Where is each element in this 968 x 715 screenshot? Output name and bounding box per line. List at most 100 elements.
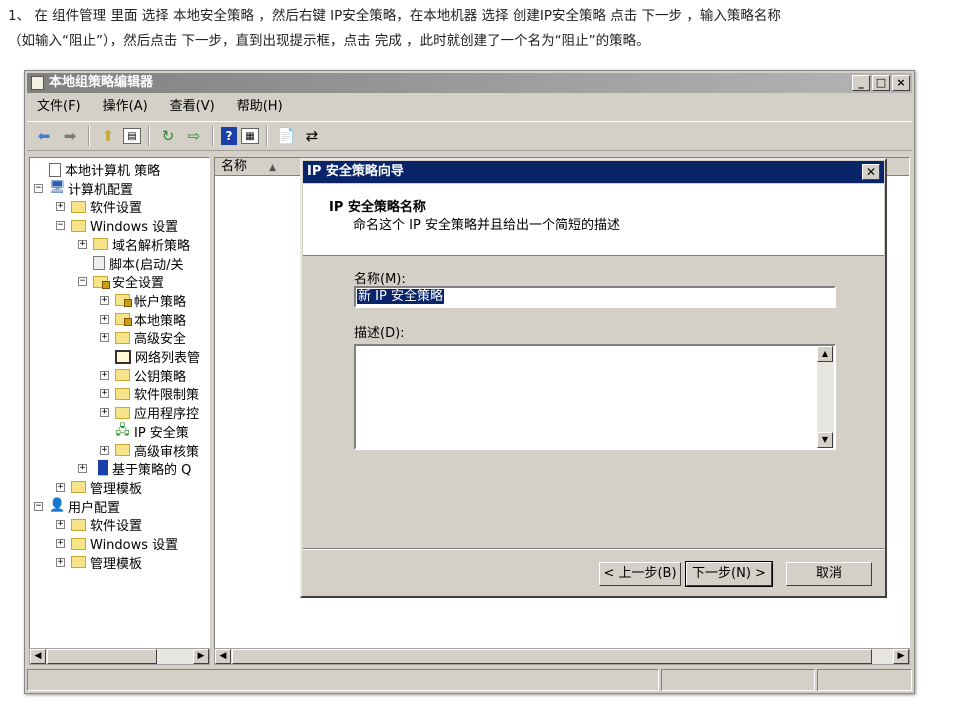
tree-node-label: Windows 设置 (90, 538, 179, 553)
tree-node[interactable]: + 软件限制策 (100, 384, 199, 403)
wizard-header-title: IP 安全策略名称 (329, 200, 426, 215)
cancel-button[interactable]: 取消 (786, 562, 872, 586)
show-hide-tree-icon[interactable]: ▤ (123, 128, 141, 144)
forward-arrow-icon[interactable]: ➡ (59, 125, 81, 147)
tree-node[interactable]: − Windows 设置 (56, 216, 178, 235)
name-label: 名称(M): (354, 272, 406, 287)
expand-icon[interactable]: + (56, 482, 65, 492)
description-vertical-scrollbar[interactable]: ▲ ▼ (817, 346, 834, 448)
scroll-thumb[interactable] (47, 649, 157, 664)
scroll-right-icon[interactable]: ▶ (893, 649, 909, 664)
collapse-icon[interactable]: − (78, 277, 87, 287)
collapse-icon[interactable]: − (34, 501, 43, 511)
expand-icon[interactable]: + (100, 370, 109, 380)
maximize-button[interactable]: □ (872, 75, 890, 91)
menu-file[interactable]: 文件(F) (37, 96, 81, 118)
tree-node[interactable]: + 公钥策略 (100, 366, 186, 385)
next-button[interactable]: 下一步(N) > (685, 561, 773, 587)
expand-icon[interactable]: + (100, 408, 109, 418)
tree-node[interactable]: + 软件设置 (56, 515, 142, 534)
console-tree[interactable]: 本地计算机 策略 − 🖥 计算机配置 + 软件设置 − Windows 设置 + 域名解析策略 脚本… (29, 157, 210, 665)
tree-node-label: 高级审核策 (134, 444, 200, 460)
properties-icon[interactable]: ▦ (241, 128, 259, 144)
description-field[interactable]: ▲ ▼ (354, 344, 836, 450)
expand-icon[interactable]: + (56, 557, 65, 567)
tree-node[interactable]: + 帐户策略 (100, 291, 186, 310)
column-header-name-label: 名称 (221, 159, 248, 174)
tree-node[interactable]: + 管理模板 (56, 553, 142, 572)
expand-icon[interactable]: + (100, 333, 109, 343)
scroll-left-icon[interactable]: ◀ (30, 649, 46, 664)
tree-node[interactable]: 脚本(启动/关 (78, 254, 183, 273)
computer-icon: 🖥 (49, 180, 66, 196)
menu-view[interactable]: 查看(V) (170, 96, 215, 118)
folder-icon (71, 481, 86, 494)
security-settings-icon (93, 275, 110, 289)
tree-node[interactable]: + 管理模板 (56, 478, 142, 497)
tree-node[interactable]: − 🖥 计算机配置 (34, 179, 133, 198)
tree-node-label: 脚本(启动/关 (109, 257, 184, 273)
window-titlebar[interactable]: 本地组策略编辑器 _ □ × (27, 73, 912, 93)
tree-node[interactable]: + 软件设置 (56, 197, 142, 216)
help-icon[interactable]: ? (221, 127, 237, 145)
tree-node-label: Windows 设置 (90, 220, 179, 236)
tree-node[interactable]: + 本地策略 (100, 310, 186, 329)
tree-node[interactable]: − 👤 用户配置 (34, 497, 120, 516)
tree-horizontal-scrollbar[interactable]: ◀ ▶ (29, 648, 210, 665)
menu-bar: 文件(F) 操作(A) 查看(V) 帮助(H) (27, 96, 912, 118)
locked-folder-icon (115, 294, 132, 308)
tree-node-label: 软件限制策 (134, 388, 200, 404)
refresh-icon[interactable]: ↻ (157, 125, 179, 147)
scroll-up-icon[interactable]: ▲ (817, 346, 833, 362)
tree-node[interactable]: 网络列表管 (100, 347, 200, 366)
tree-node[interactable]: 本地计算机 策略 (34, 160, 160, 179)
expand-icon[interactable]: + (56, 202, 65, 212)
assign-icon[interactable]: ⇄ (301, 125, 323, 147)
scroll-down-icon[interactable]: ▼ (817, 432, 833, 448)
tree-node[interactable]: + 高级安全 (100, 328, 186, 347)
menu-help[interactable]: 帮助(H) (237, 96, 283, 118)
minimize-button[interactable]: _ (852, 75, 870, 91)
expand-icon[interactable]: + (78, 464, 87, 474)
tree-node[interactable]: + ▐▌ 基于策略的 Q (78, 459, 191, 478)
tree-node[interactable]: + Windows 设置 (56, 534, 178, 553)
close-button[interactable]: × (892, 75, 910, 91)
folder-icon (93, 238, 108, 251)
tree-node[interactable]: + 应用程序控 (100, 403, 199, 422)
name-field[interactable]: 新 IP 安全策略 (354, 286, 836, 308)
folder-icon (71, 556, 86, 569)
tree-node-label: 安全设置 (112, 276, 165, 292)
back-button[interactable]: < 上一步(B) (599, 562, 681, 586)
expand-icon[interactable]: + (100, 295, 109, 305)
expand-icon[interactable]: + (100, 314, 109, 324)
scroll-left-icon[interactable]: ◀ (215, 649, 231, 664)
expand-icon[interactable]: + (56, 539, 65, 548)
scroll-thumb[interactable] (232, 649, 872, 664)
tree-node[interactable]: 🖧 IP 安全策 (100, 422, 189, 441)
tree-node-label: 管理模板 (90, 556, 143, 572)
export-list-icon[interactable]: ⇨ (183, 125, 205, 147)
expand-icon[interactable]: + (100, 445, 109, 455)
tree-node-label: 用户配置 (68, 500, 121, 516)
policy-document-icon (49, 162, 61, 177)
status-bar (27, 669, 912, 691)
scroll-right-icon[interactable]: ▶ (193, 649, 209, 664)
dialog-titlebar[interactable]: IP 安全策略向导 ✕ (303, 161, 884, 183)
folder-icon (115, 444, 130, 456)
dialog-close-icon[interactable]: ✕ (862, 164, 880, 180)
menu-action[interactable]: 操作(A) (103, 96, 148, 118)
back-arrow-icon[interactable]: ⬅ (33, 125, 55, 147)
expand-icon[interactable]: + (78, 239, 87, 249)
expand-icon[interactable]: + (56, 520, 65, 530)
collapse-icon[interactable]: − (56, 221, 65, 231)
expand-icon[interactable]: + (100, 389, 109, 399)
up-folder-icon[interactable]: ⬆ (97, 125, 119, 147)
collapse-icon[interactable]: − (34, 183, 43, 193)
tree-node[interactable]: + 域名解析策略 (78, 235, 190, 254)
details-horizontal-scrollbar[interactable]: ◀ ▶ (214, 648, 910, 665)
new-policy-icon[interactable]: 📄 (275, 125, 297, 147)
tree-node-label: 管理模板 (90, 481, 143, 497)
tree-node[interactable]: − 安全设置 (78, 272, 164, 291)
ip-security-policy-wizard-dialog: IP 安全策略向导 ✕ IP 安全策略名称 命名这个 IP 安全策略并且给出一个… (300, 158, 887, 598)
tree-node[interactable]: + 高级审核策 (100, 441, 199, 460)
